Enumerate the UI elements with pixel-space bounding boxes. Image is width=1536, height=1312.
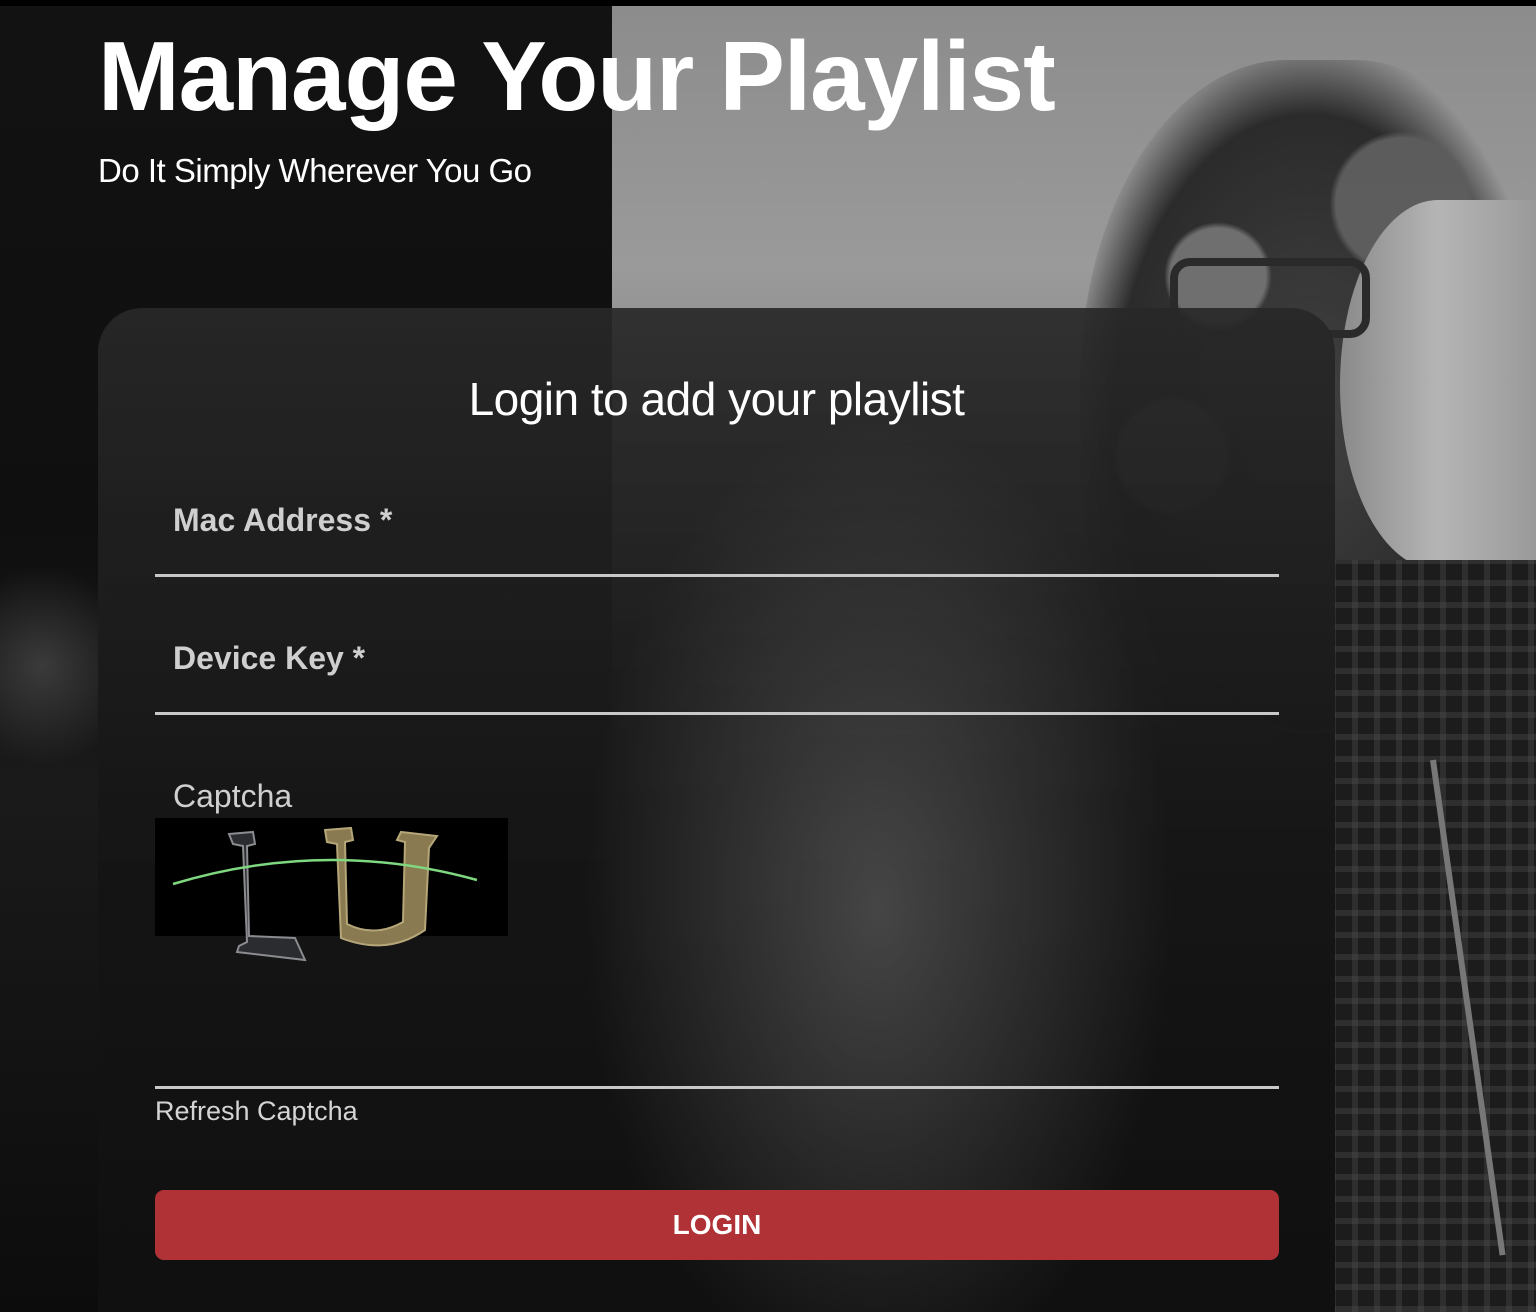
hero-title: Manage Your Playlist <box>98 21 1056 131</box>
mac-address-underline <box>155 574 1279 577</box>
captcha-text: LU <box>155 817 157 819</box>
device-key-underline <box>155 712 1279 715</box>
device-key-field: Device Key * <box>155 622 1283 715</box>
login-button[interactable]: LOGIN <box>155 1190 1279 1260</box>
refresh-captcha-link[interactable]: Refresh Captcha <box>155 1096 358 1127</box>
captcha-noise-line <box>172 858 478 886</box>
captcha-label: Captcha <box>173 778 293 814</box>
mac-address-field: Mac Address * <box>155 484 1283 577</box>
captcha-glyph-u <box>323 826 439 947</box>
device-key-input[interactable] <box>155 622 1283 714</box>
captcha-input[interactable] <box>155 998 1283 1088</box>
person-face <box>1340 200 1536 570</box>
captcha-glyph-l <box>227 830 307 962</box>
login-title: Login to add your playlist <box>468 373 965 425</box>
captcha-image: LU <box>155 817 508 962</box>
captcha-underline <box>155 1086 1279 1089</box>
page: Manage Your Playlist Do It Simply Wherev… <box>0 0 1536 1312</box>
person-jacket <box>1330 560 1536 1312</box>
login-card: Login to add your playlist Mac Address *… <box>98 308 1335 1312</box>
hero-subtitle: Do It Simply Wherever You Go <box>98 152 532 189</box>
captcha-graphic: LU <box>155 817 478 962</box>
mac-address-input[interactable] <box>155 484 1283 576</box>
